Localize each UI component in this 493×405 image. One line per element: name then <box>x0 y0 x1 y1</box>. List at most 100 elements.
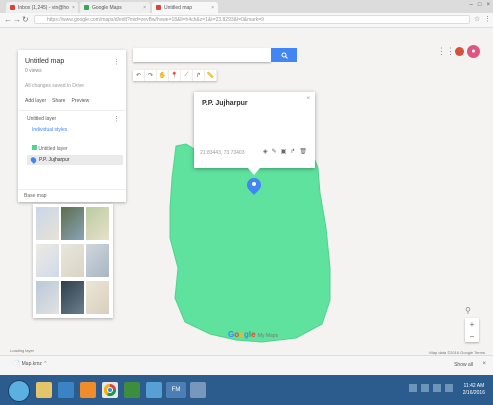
panel-actions: Add layer Share Preview <box>25 98 89 104</box>
show-all-downloads-link[interactable]: Show all <box>454 362 473 368</box>
basemap-simple-atlas[interactable] <box>86 244 109 277</box>
network-icon[interactable] <box>433 384 441 392</box>
basemap-light-political[interactable] <box>36 244 59 277</box>
system-tray <box>409 384 453 392</box>
info-window-tools: ◈ ✎ ▣ ↱ 🗑 <box>263 148 307 155</box>
minimize-icon[interactable]: – <box>470 2 473 8</box>
media-player-icon[interactable] <box>58 382 74 398</box>
basemap-whitewater[interactable] <box>86 281 109 314</box>
close-icon[interactable]: × <box>72 5 75 11</box>
basemap-dark-landmass[interactable] <box>61 281 84 314</box>
layer-options-icon[interactable]: ⋮ <box>113 115 120 123</box>
map-canvas[interactable]: ↶ ↷ ✋ 📍 ⟋ ↱ 📏 ⋮⋮ ● Untitled map 0 views … <box>0 28 493 374</box>
photo-icon[interactable]: ▣ <box>281 148 287 155</box>
redo-icon[interactable]: ↷ <box>145 70 157 81</box>
reload-icon[interactable]: ↻ <box>22 15 29 24</box>
back-icon[interactable]: ← <box>4 15 12 24</box>
list-item-selected[interactable]: P.P. Jujharpur <box>27 155 123 165</box>
basemap-map[interactable] <box>36 207 59 240</box>
list-item-label: P.P. Jujharpur <box>39 157 70 163</box>
close-icon[interactable]: × <box>482 361 486 367</box>
basemap-satellite[interactable] <box>61 207 84 240</box>
browser-tab-strip: Inbox (1,245) - vin@ho × Google Maps × U… <box>0 0 493 13</box>
search-icon <box>281 52 288 59</box>
fm-app-icon[interactable]: FM <box>166 382 186 398</box>
more-options-icon[interactable]: ⋮ <box>113 58 120 66</box>
tab-untitled-map[interactable]: Untitled map × <box>152 2 218 13</box>
my-maps-icon <box>156 5 161 10</box>
map-marker-dot <box>252 182 256 186</box>
maximize-icon[interactable]: □ <box>478 2 482 8</box>
clock-time: 11:42 AM <box>463 383 485 389</box>
start-button[interactable] <box>8 380 30 402</box>
chevron-up-icon[interactable]: ⌃ <box>43 361 47 367</box>
browser-menu-icon[interactable]: ⋮ <box>484 15 491 23</box>
panel-header: Untitled map 0 views All changes saved i… <box>18 50 126 111</box>
basemap-picker <box>33 204 113 318</box>
volume-icon[interactable] <box>445 384 453 392</box>
file-explorer-icon[interactable] <box>36 382 52 398</box>
map-toolbar: ↶ ↷ ✋ 📍 ⟋ ↱ 📏 <box>133 70 217 81</box>
select-hand-icon[interactable]: ✋ <box>157 70 169 81</box>
tab-google-maps[interactable]: Google Maps × <box>80 2 150 13</box>
close-icon[interactable]: × <box>211 5 214 11</box>
ruler-icon[interactable]: 📏 <box>205 70 217 81</box>
chrome-icon[interactable] <box>102 382 118 398</box>
download-item[interactable]: 📄 Map.kmz ⌃ <box>14 361 48 367</box>
zoom-out-button[interactable]: − <box>465 330 479 342</box>
maps-icon <box>84 5 89 10</box>
app-icon[interactable] <box>146 382 162 398</box>
close-window-icon[interactable]: × <box>486 2 490 8</box>
undo-icon[interactable]: ↶ <box>133 70 145 81</box>
tab-label: Inbox (1,245) - vin@ho <box>18 4 69 11</box>
list-item[interactable]: Untitled layer <box>32 145 68 152</box>
chrome-logo <box>104 384 116 397</box>
info-window-title: P.P. Jujharpur <box>202 100 248 107</box>
firefox-icon[interactable] <box>80 382 96 398</box>
preview-button[interactable]: Preview <box>71 98 89 104</box>
app-icon[interactable] <box>124 382 140 398</box>
map-search-input[interactable] <box>133 48 271 62</box>
windows-taskbar: FM 11:42 AM 2/16/2016 <box>0 375 493 405</box>
layer-style-link[interactable]: Individual styles <box>32 127 67 133</box>
avatar[interactable]: ● <box>467 45 480 58</box>
bookmark-star-icon[interactable]: ☆ <box>474 15 480 23</box>
apps-grid-icon[interactable]: ⋮⋮ <box>437 46 455 57</box>
taskbar-clock[interactable]: 11:42 AM 2/16/2016 <box>463 383 485 397</box>
tab-gmail[interactable]: Inbox (1,245) - vin@ho × <box>6 2 78 13</box>
app-icon[interactable] <box>190 382 206 398</box>
pegman-icon[interactable]: ⚲ <box>465 306 471 315</box>
basemap-terrain[interactable] <box>86 207 109 240</box>
save-status: All changes saved in Drive <box>25 83 84 89</box>
edit-icon[interactable]: ✎ <box>272 148 277 155</box>
address-bar[interactable]: https://www.google.com/maps/d/edit?mid=z… <box>34 15 470 24</box>
tray-icon[interactable] <box>409 384 417 392</box>
clock-date: 2/16/2016 <box>462 390 485 396</box>
draw-line-icon[interactable]: ⟋ <box>181 70 193 81</box>
directions-icon[interactable]: ↱ <box>193 70 205 81</box>
directions-icon[interactable]: ↱ <box>290 148 295 155</box>
forward-icon[interactable]: → <box>13 15 21 24</box>
add-marker-icon[interactable]: 📍 <box>169 70 181 81</box>
basemap-section[interactable]: Base map <box>18 190 126 202</box>
tab-label: Google Maps <box>92 4 122 11</box>
close-icon[interactable]: × <box>306 96 310 102</box>
basemap-mono-city[interactable] <box>61 244 84 277</box>
info-window-tail <box>248 168 260 175</box>
basemap-light-landmass[interactable] <box>36 281 59 314</box>
style-icon[interactable]: ◈ <box>263 148 268 155</box>
share-button[interactable]: Share <box>52 98 65 104</box>
add-layer-button[interactable]: Add layer <box>25 98 46 104</box>
map-title[interactable]: Untitled map <box>25 58 64 65</box>
basemap-label: Base map <box>24 193 47 199</box>
search-button[interactable] <box>271 48 297 62</box>
tray-icon[interactable] <box>421 384 429 392</box>
notifications-icon[interactable] <box>455 47 464 56</box>
close-icon[interactable]: × <box>143 5 146 11</box>
list-item-label: Untitled layer <box>38 146 68 152</box>
map-side-panel: Untitled map 0 views All changes saved i… <box>18 50 126 202</box>
layer-title[interactable]: Untitled layer <box>27 116 56 122</box>
zoom-in-button[interactable]: + <box>465 318 479 330</box>
zoom-controls: + − <box>465 318 479 342</box>
delete-icon[interactable]: 🗑 <box>299 148 307 155</box>
